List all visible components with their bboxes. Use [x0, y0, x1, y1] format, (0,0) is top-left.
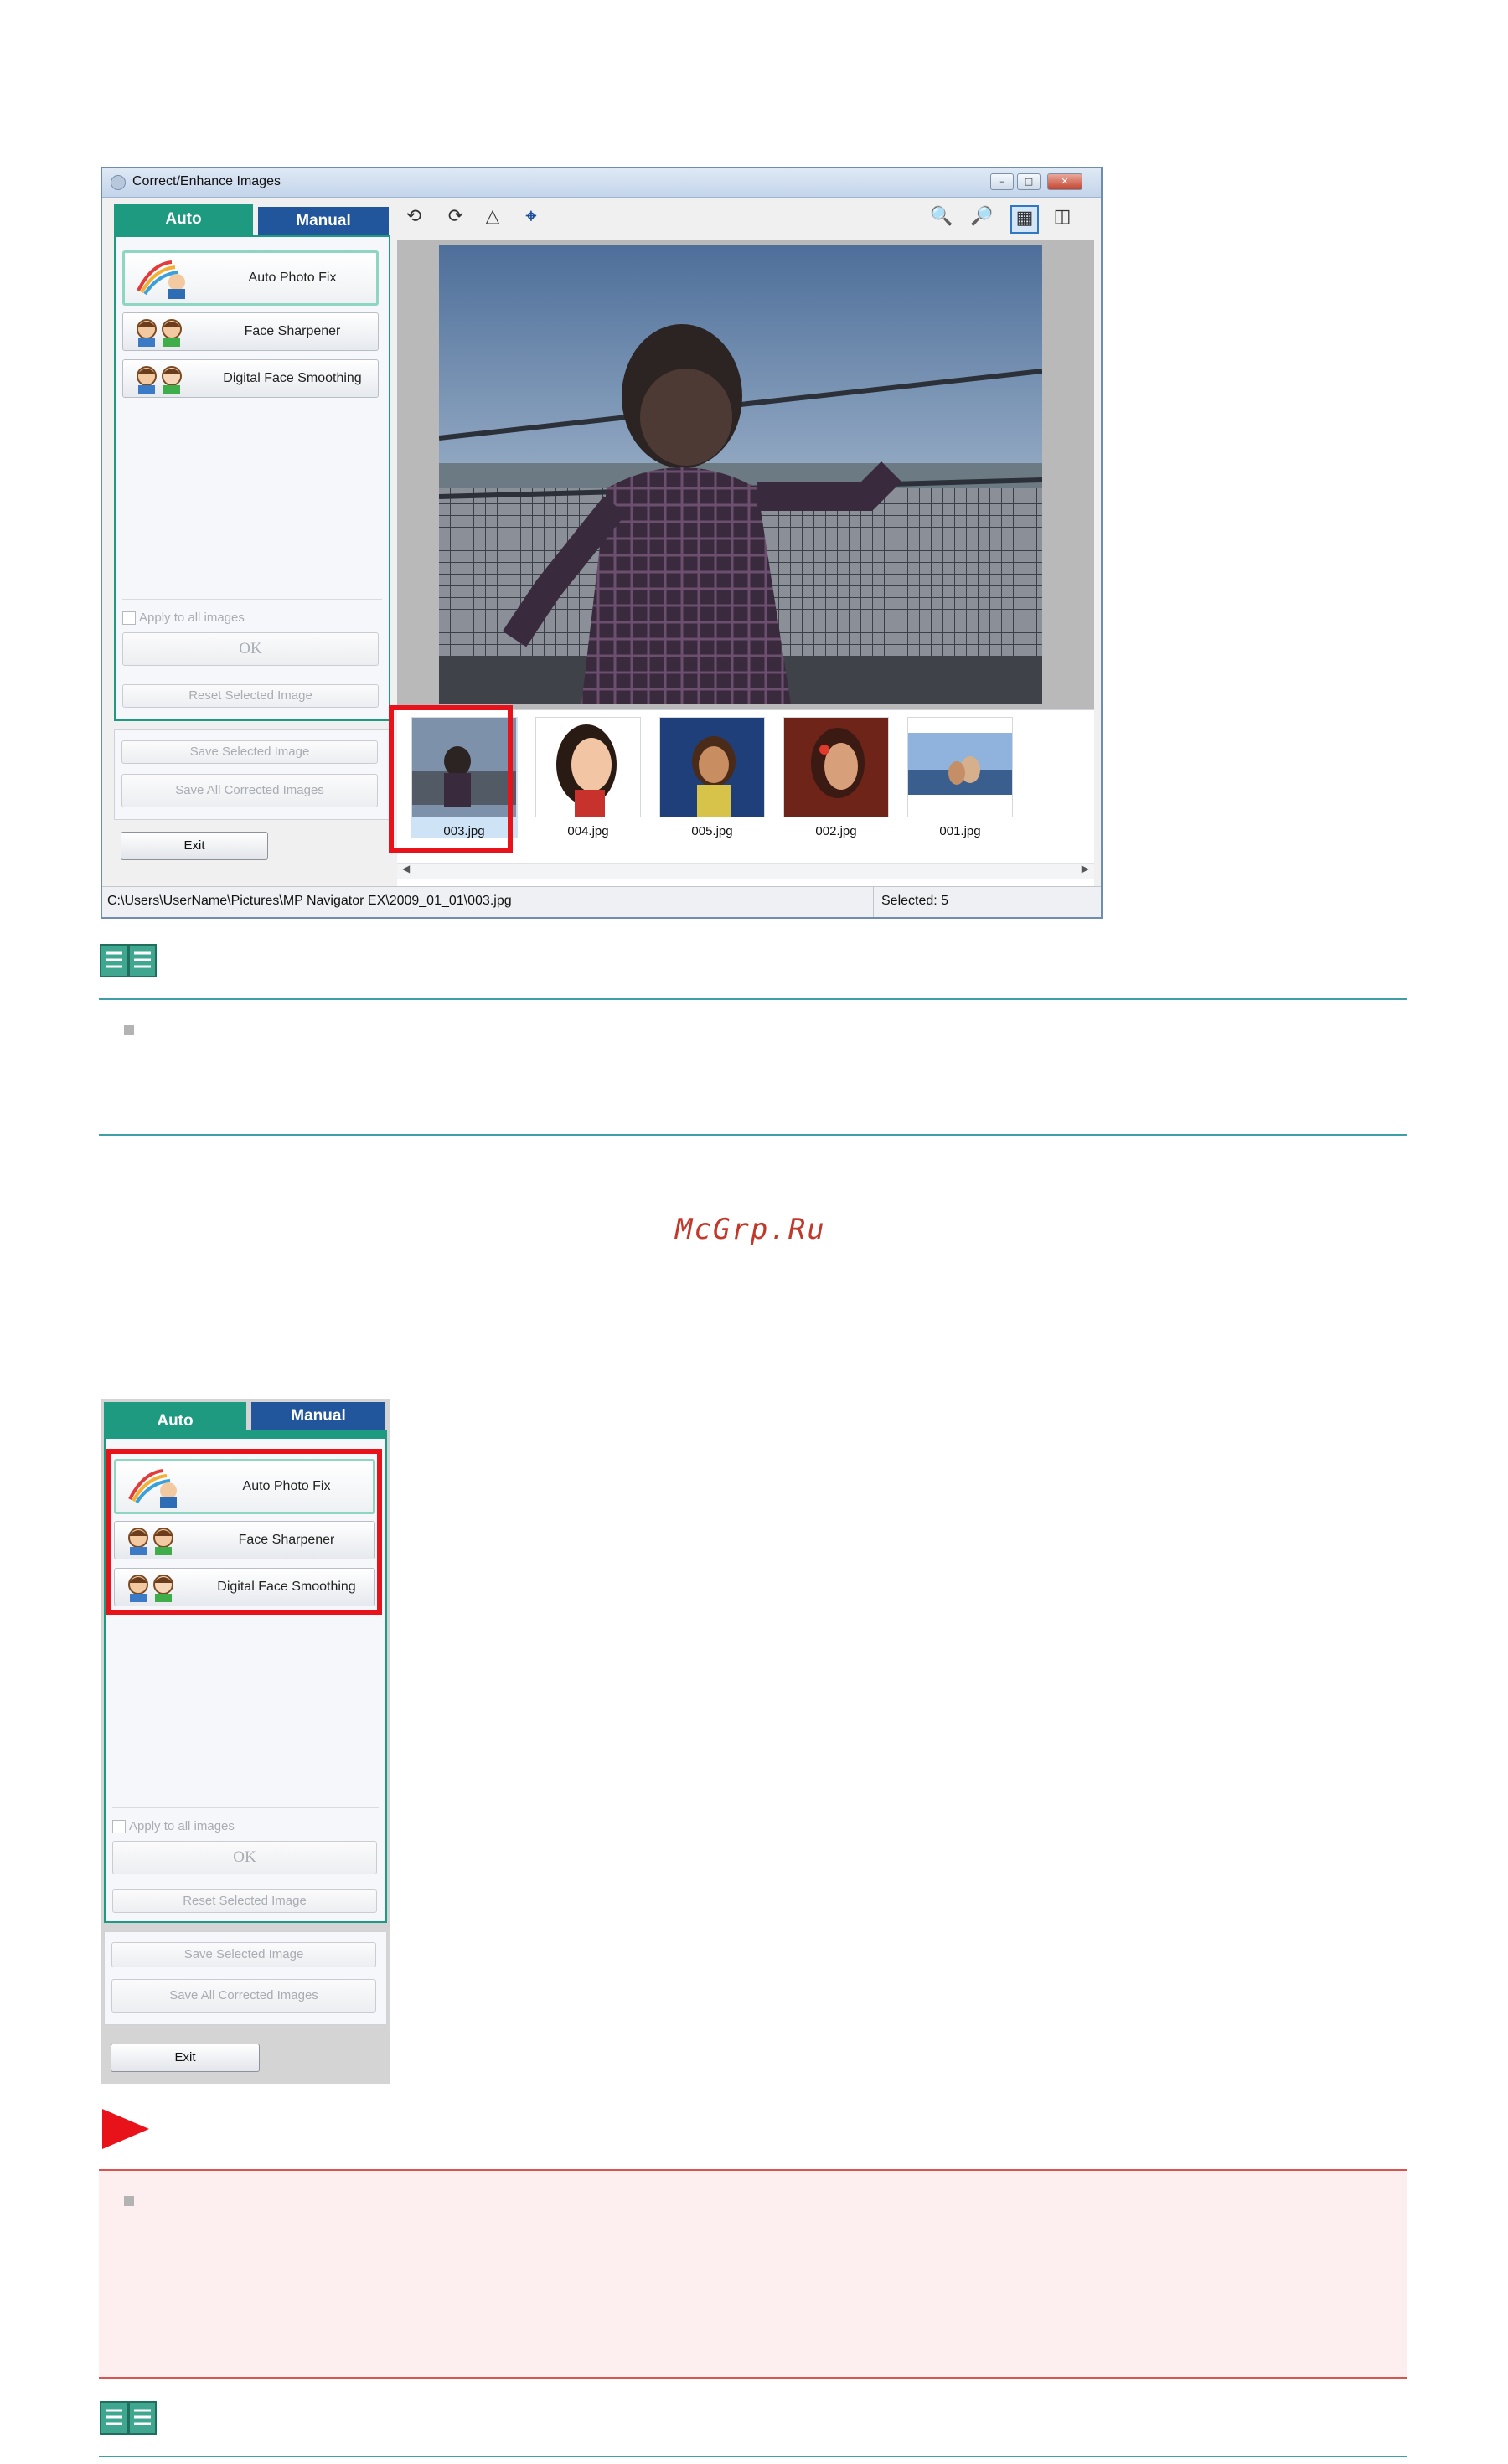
thumbnail-item[interactable]: 004.jpg — [535, 717, 642, 838]
scroll-left-icon[interactable]: ◀ — [402, 863, 410, 874]
thumbnail-label: 004.jpg — [567, 824, 609, 838]
save-panel: Save Selected Image Save All Corrected I… — [104, 1931, 387, 2025]
ok-button[interactable]: OK — [122, 632, 379, 666]
tab-auto[interactable]: Auto — [104, 1402, 246, 1441]
preview-area — [397, 240, 1094, 709]
preview-image[interactable] — [439, 245, 1042, 704]
flip-icon[interactable]: △ — [481, 205, 504, 229]
horizontal-scrollbar[interactable]: ◀ ▶ — [397, 863, 1094, 879]
selection-highlight — [389, 705, 513, 853]
save-all-corrected-images-button[interactable]: Save All Corrected Images — [111, 1979, 376, 2013]
auto-panel-crop: Auto Manual Auto Photo Fix Face Sharpene… — [101, 1399, 390, 2084]
effects-highlight — [106, 1449, 382, 1615]
face-sharpener-label: Face Sharpener — [244, 324, 341, 338]
save-panel: Save Selected Image Save All Corrected I… — [114, 729, 390, 820]
save-selected-image-button[interactable]: Save Selected Image — [121, 740, 378, 764]
status-selected: Selected: 5 — [881, 894, 949, 908]
rotate-right-icon[interactable]: ⟳ — [444, 205, 467, 229]
important-box — [99, 2169, 1407, 2379]
important-flag-icon — [102, 2109, 149, 2149]
close-button[interactable]: ✕ — [1047, 173, 1082, 190]
apply-to-all-label: Apply to all images — [139, 611, 245, 625]
status-path: C:\Users\UserName\Pictures\MP Navigator … — [107, 894, 512, 908]
exit-button[interactable]: Exit — [111, 2044, 260, 2072]
thumbnail-item[interactable]: 001.jpg — [906, 717, 1014, 838]
thumbnail-label: 001.jpg — [939, 824, 981, 838]
thumbnail-image — [907, 717, 1013, 817]
compare-view-icon[interactable]: ◫ — [1051, 205, 1074, 229]
save-all-corrected-images-button[interactable]: Save All Corrected Images — [121, 774, 378, 807]
thumbnail-item[interactable]: 002.jpg — [782, 717, 890, 838]
rotate-left-icon[interactable]: ⟲ — [402, 205, 426, 229]
thumbnail-item[interactable]: 005.jpg — [658, 717, 766, 838]
note-bullet — [124, 1025, 134, 1035]
apply-to-all-checkbox[interactable]: Apply to all images — [122, 611, 245, 626]
digital-face-smoothing-label: Digital Face Smoothing — [223, 371, 362, 385]
checkbox-box — [122, 611, 136, 626]
auto-photo-fix-button[interactable]: Auto Photo Fix — [122, 250, 379, 306]
important-bullet — [124, 2196, 134, 2206]
reset-selected-image-button[interactable]: Reset Selected Image — [122, 684, 379, 708]
zoom-out-icon[interactable]: 🔎 — [970, 205, 994, 229]
crop-icon[interactable]: ⌖ — [519, 205, 543, 229]
window-title: Correct/Enhance Images — [132, 174, 281, 188]
reset-selected-image-button[interactable]: Reset Selected Image — [112, 1889, 377, 1913]
thumbnail-image — [535, 717, 641, 817]
face-sharpener-icon — [137, 319, 182, 347]
auto-photo-fix-icon — [137, 260, 185, 299]
checkbox-box — [112, 1820, 126, 1834]
note-divider-top — [99, 2456, 1407, 2457]
note-book-icon — [100, 944, 157, 977]
auto-correction-panel: Auto Photo Fix Face Sharpener Digital Fa… — [104, 1437, 387, 1923]
thumbnail-label: 002.jpg — [815, 824, 857, 838]
auto-correction-panel: Auto Photo Fix Face Sharpener Digital Fa… — [114, 235, 390, 721]
status-divider — [873, 887, 874, 917]
note-divider-top — [99, 998, 1407, 1000]
thumbnail-image — [783, 717, 889, 817]
tab-auto[interactable]: Auto — [114, 204, 253, 235]
auto-photo-fix-label: Auto Photo Fix — [248, 271, 337, 285]
save-selected-image-button[interactable]: Save Selected Image — [111, 1942, 376, 1967]
title-bar: Correct/Enhance Images – □ ✕ — [102, 168, 1101, 198]
digital-face-smoothing-button[interactable]: Digital Face Smoothing — [122, 359, 379, 398]
apply-to-all-label: Apply to all images — [129, 1819, 235, 1833]
whole-image-view-icon[interactable]: ▦ — [1010, 205, 1039, 234]
maximize-button[interactable]: □ — [1017, 173, 1041, 190]
scroll-right-icon[interactable]: ▶ — [1082, 863, 1089, 874]
divider — [122, 599, 382, 600]
note-divider-bottom — [99, 1134, 1407, 1136]
tab-manual[interactable]: Manual — [258, 207, 389, 235]
minimize-button[interactable]: – — [990, 173, 1014, 190]
status-bar: C:\Users\UserName\Pictures\MP Navigator … — [102, 886, 1101, 917]
zoom-in-icon[interactable]: 🔍 — [930, 205, 953, 229]
app-icon — [111, 175, 126, 190]
note-book-icon — [100, 2401, 157, 2435]
ok-button[interactable]: OK — [112, 1841, 377, 1874]
divider — [112, 1807, 379, 1808]
watermark: McGrp.Ru — [675, 1213, 826, 1246]
tab-manual[interactable]: Manual — [251, 1402, 385, 1430]
left-panel: Auto Manual Auto Photo Fix Face Sharpene… — [114, 202, 390, 880]
digital-face-smoothing-icon — [137, 366, 182, 394]
exit-button[interactable]: Exit — [121, 832, 268, 860]
correct-enhance-window: Correct/Enhance Images – □ ✕ Auto Manual… — [101, 167, 1103, 919]
thumbnail-image — [659, 717, 765, 817]
thumbnail-strip: 003.jpg 004.jpg 005.jpg 002.jpg 001.jpg — [389, 705, 1094, 886]
apply-to-all-checkbox[interactable]: Apply to all images — [112, 1819, 235, 1834]
face-sharpener-button[interactable]: Face Sharpener — [122, 312, 379, 351]
thumbnail-label: 005.jpg — [691, 824, 733, 838]
